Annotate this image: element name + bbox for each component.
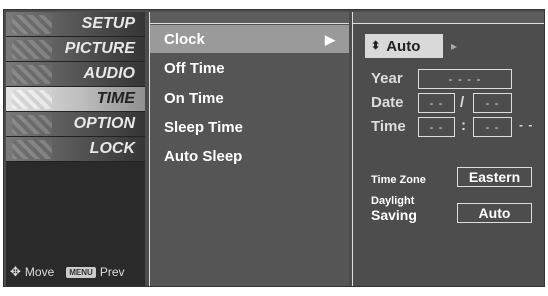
move-label: Move — [24, 265, 55, 279]
clock-settings-panel: ⬍ Auto ▸ Year - - - - Date - - / - - Tim… — [352, 12, 544, 286]
time-hour-field[interactable]: - - — [418, 117, 455, 137]
speaker-icon — [12, 65, 52, 84]
lock-icon — [12, 140, 52, 159]
category-option[interactable]: OPTION — [6, 112, 145, 137]
category-column: SETUP PICTURE AUDIO TIME OPTION LOCK ✥ M… — [6, 12, 145, 286]
date-day-field[interactable]: - - — [473, 93, 512, 113]
time-zone-select[interactable]: Eastern — [457, 167, 532, 187]
category-time[interactable]: TIME — [6, 87, 145, 112]
year-label: Year — [371, 70, 403, 87]
time-separator: : — [461, 117, 466, 134]
up-down-arrow-icon: ⬍ — [371, 39, 381, 52]
saving-label: Saving — [371, 207, 417, 223]
time-ampm-value: - - — [519, 118, 534, 132]
category-audio[interactable]: AUDIO — [6, 62, 145, 87]
option-tag-icon — [12, 115, 52, 134]
clock-mode-value: Auto — [386, 37, 421, 55]
daylight-label: Daylight — [371, 195, 415, 207]
right-arrow-icon: ▸ — [451, 39, 458, 53]
move-arrows-icon: ✥ — [10, 264, 21, 279]
footer-hints: ✥ Move MENU Prev — [10, 264, 145, 280]
year-field[interactable]: - - - - — [418, 69, 512, 89]
daylight-saving-select[interactable]: Auto — [457, 203, 532, 223]
time-minute-field[interactable]: - - — [473, 117, 512, 137]
prev-label: Prev — [99, 265, 125, 279]
menu-button-icon: MENU — [66, 266, 96, 278]
menu-item-off-time[interactable]: Off Time — [150, 54, 349, 82]
menu-item-clock[interactable]: Clock ▶ — [150, 25, 349, 53]
right-arrow-icon: ▶ — [325, 32, 335, 47]
date-label: Date — [371, 94, 404, 111]
time-zone-label: Time Zone — [371, 174, 426, 186]
clock-icon — [12, 90, 52, 109]
clock-mode-selector[interactable]: ⬍ Auto — [365, 34, 443, 58]
time-label: Time — [371, 118, 406, 135]
satellite-dish-icon — [12, 15, 52, 34]
submenu-top-divider — [150, 12, 349, 24]
date-separator: / — [460, 94, 465, 111]
menu-item-auto-sleep[interactable]: Auto Sleep — [150, 142, 349, 170]
panel-top-divider — [353, 12, 544, 24]
category-picture[interactable]: PICTURE — [6, 37, 145, 62]
category-setup[interactable]: SETUP — [6, 12, 145, 37]
time-submenu: Clock ▶ Off Time On Time Sleep Time Auto… — [149, 12, 349, 286]
date-month-field[interactable]: - - — [418, 93, 455, 113]
menu-item-sleep-time[interactable]: Sleep Time — [150, 113, 349, 141]
osd-menu: SETUP PICTURE AUDIO TIME OPTION LOCK ✥ M… — [3, 9, 545, 287]
film-reel-icon — [12, 40, 52, 59]
menu-item-on-time[interactable]: On Time — [150, 84, 349, 112]
category-lock[interactable]: LOCK — [6, 137, 145, 162]
